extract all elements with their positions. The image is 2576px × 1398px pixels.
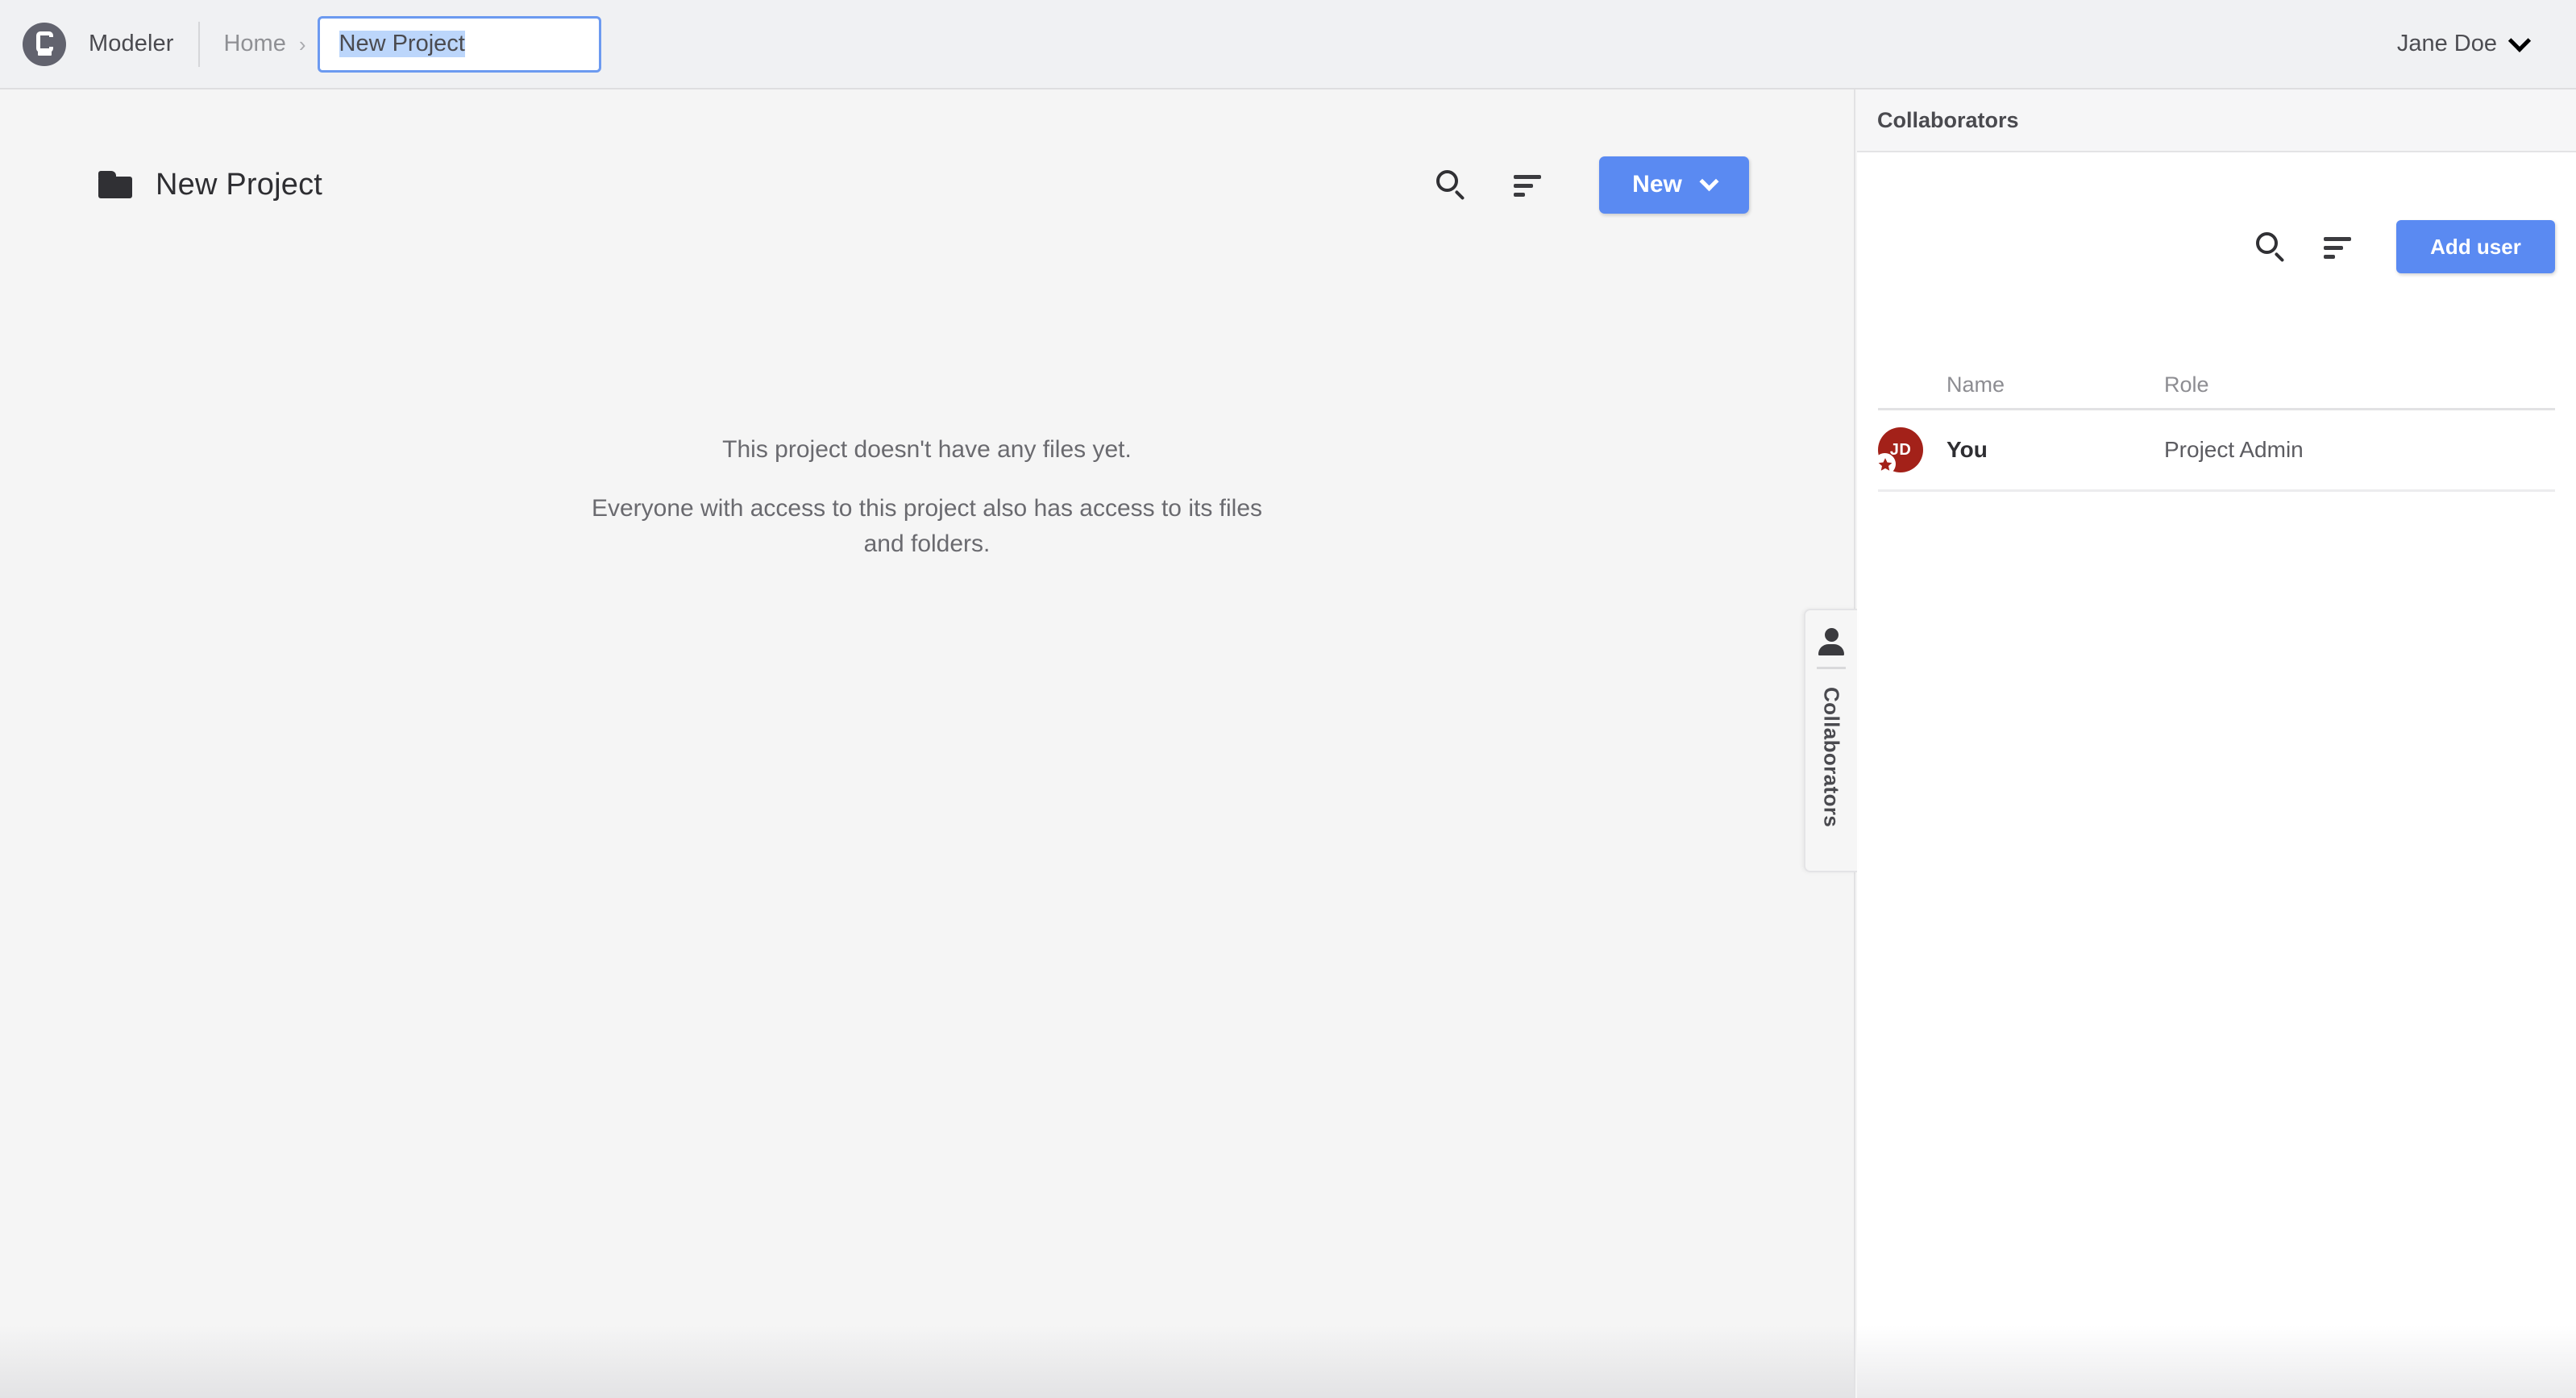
top-navbar: Modeler Home › Jane Doe xyxy=(0,0,2576,89)
table-header-row: Name Role xyxy=(1878,362,2555,410)
star-badge-icon xyxy=(1874,453,1896,475)
chevron-down-icon xyxy=(1699,171,1719,191)
collaborator-name: You xyxy=(1947,437,1988,462)
search-icon[interactable] xyxy=(2254,231,2287,263)
column-header-name: Name xyxy=(1947,372,2005,397)
main-bottom-fade xyxy=(0,1325,1854,1398)
add-user-button[interactable]: Add user xyxy=(2396,220,2555,273)
logo-c-notch xyxy=(40,36,53,47)
side-tab-divider xyxy=(1817,667,1846,669)
chevron-down-icon xyxy=(2507,29,2532,52)
logo-bar-shape xyxy=(38,48,52,56)
collaborators-toolbar: Add user xyxy=(2254,220,2555,273)
search-icon[interactable] xyxy=(1435,169,1467,201)
add-user-button-label: Add user xyxy=(2430,234,2521,259)
folder-icon xyxy=(98,171,132,198)
collaborators-panel-title: Collaborators xyxy=(1877,107,2019,132)
navbar-divider xyxy=(198,21,201,67)
breadcrumb-item-home[interactable]: Home xyxy=(223,31,285,57)
collaborators-side-tab[interactable]: Collaborators xyxy=(1804,609,1857,872)
collaborators-panel-header: Collaborators xyxy=(1857,89,2576,152)
collaborators-panel: Collaborators Add user Name Role JD You … xyxy=(1857,89,2576,1398)
project-name-input[interactable] xyxy=(317,15,601,73)
main-content-area: New Project New This project doesn't hav… xyxy=(0,89,1855,1398)
empty-state: This project doesn't have any files yet.… xyxy=(0,436,1854,562)
project-header: New Project New xyxy=(0,148,1854,221)
collaborators-table: Name Role JD You Project Admin xyxy=(1874,362,2555,492)
user-menu[interactable]: Jane Doe xyxy=(2396,29,2532,57)
sort-icon[interactable] xyxy=(2324,235,2354,259)
empty-state-primary-text: This project doesn't have any files yet. xyxy=(722,436,1132,463)
person-icon xyxy=(1818,628,1845,655)
user-menu-label: Jane Doe xyxy=(2396,31,2497,56)
new-button[interactable]: New xyxy=(1599,156,1749,214)
panel-bottom-fade xyxy=(1857,1325,2576,1398)
sort-icon[interactable] xyxy=(1514,173,1544,197)
new-button-label: New xyxy=(1632,171,1682,198)
camunda-logo-icon[interactable] xyxy=(23,22,66,66)
table-cell-role: Project Admin xyxy=(2164,437,2304,462)
brand-name[interactable]: Modeler xyxy=(89,31,173,57)
table-cell-name: JD You xyxy=(1874,427,2164,475)
empty-state-secondary-text: Everyone with access to this project als… xyxy=(591,495,1263,557)
column-header-role: Role xyxy=(2164,372,2209,397)
page-title: New Project xyxy=(156,167,323,202)
table-row[interactable]: JD You Project Admin xyxy=(1874,410,2555,492)
avatar: JD xyxy=(1874,427,1923,475)
main-toolbar: New xyxy=(1435,156,1749,214)
breadcrumb-separator-icon: › xyxy=(298,31,306,56)
collaborators-side-tab-label: Collaborators xyxy=(1819,687,1844,828)
breadcrumb: Home › xyxy=(223,15,601,73)
